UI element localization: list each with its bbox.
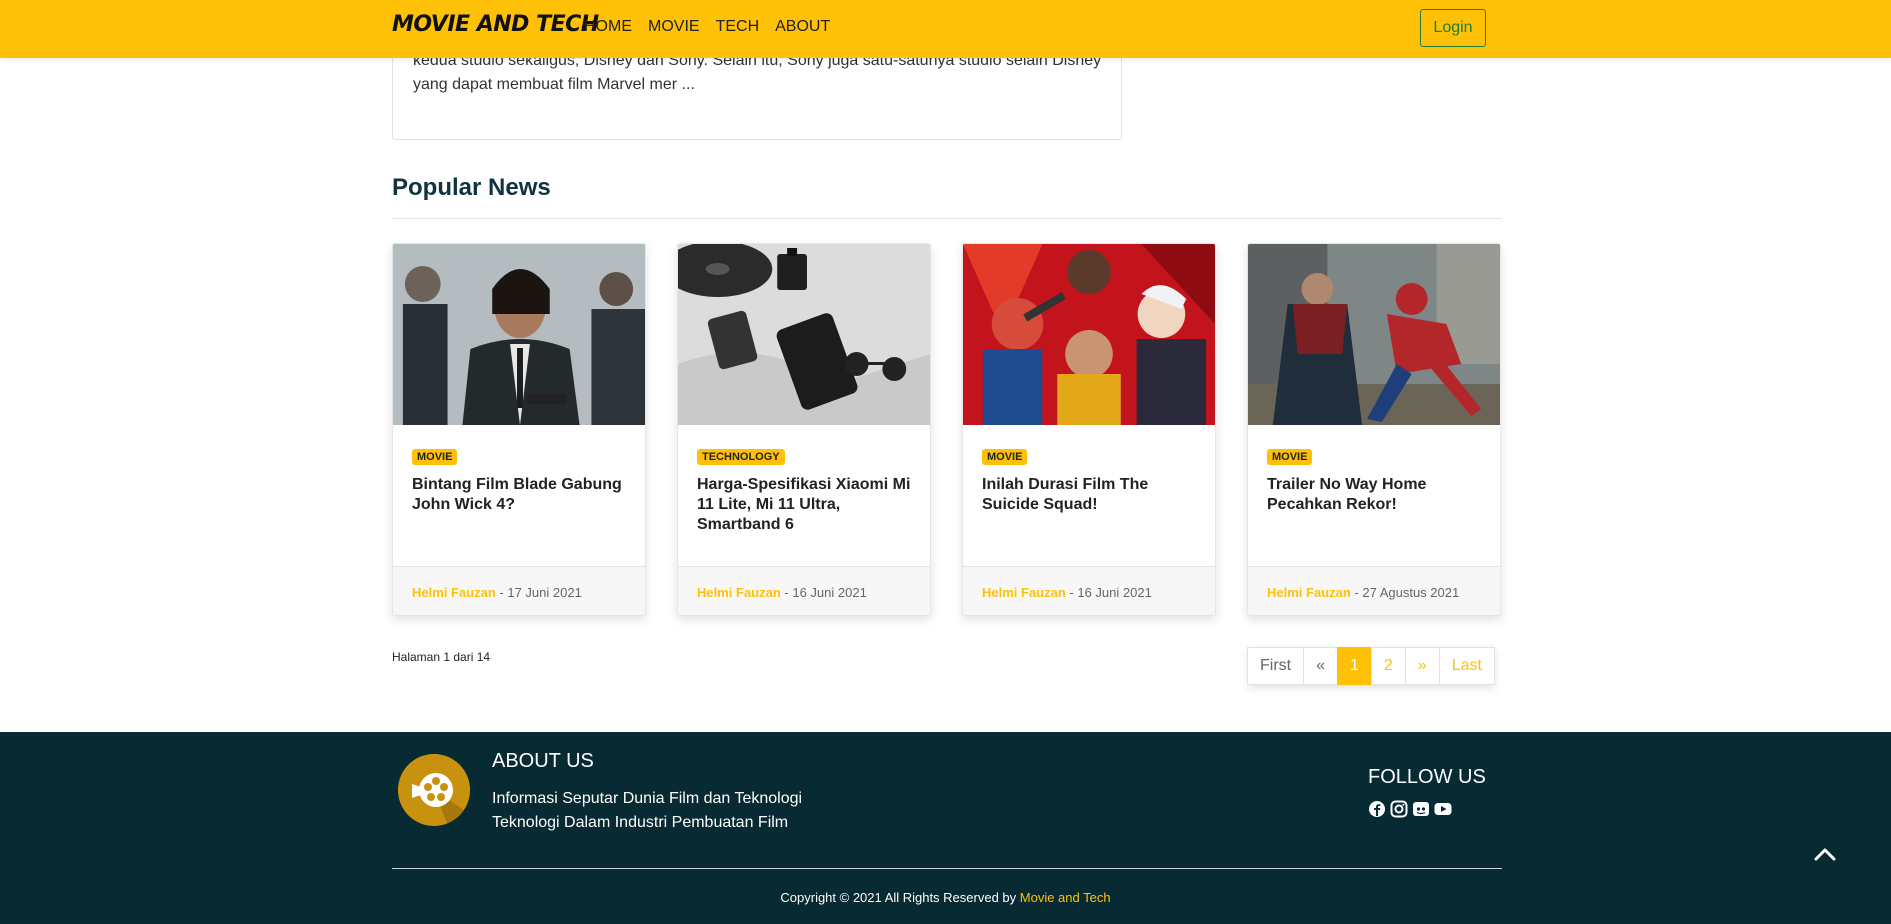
nav-movie-link[interactable]: MOVIE	[648, 18, 700, 36]
news-card[interactable]: TECHNOLOGY Harga-Spesifikasi Xiaomi Mi 1…	[677, 243, 931, 616]
page-info: Halaman 1 dari 14	[392, 650, 491, 664]
section-divider	[392, 218, 1502, 219]
news-card[interactable]: MOVIE Trailer No Way Home Pecahkan Rekor…	[1247, 243, 1501, 616]
card-footer: Helmi Fauzan - 16 Juni 2021	[678, 566, 930, 615]
facebook-icon[interactable]	[1368, 800, 1386, 818]
card-title[interactable]: Bintang Film Blade Gabung John Wick 4?	[412, 475, 628, 515]
card-footer: Helmi Fauzan - 16 Juni 2021	[963, 566, 1215, 615]
post-date: - 27 Agustus 2021	[1350, 585, 1460, 600]
category-badge[interactable]: TECHNOLOGY	[697, 449, 785, 465]
footer-divider	[392, 868, 1502, 869]
nav-tech-link[interactable]: TECH	[716, 18, 760, 36]
card-body: MOVIE Bintang Film Blade Gabung John Wic…	[393, 425, 645, 566]
post-date: - 17 Juni 2021	[495, 585, 582, 600]
section-title: Popular News	[392, 174, 551, 201]
card-body: MOVIE Inilah Durasi Film The Suicide Squ…	[963, 425, 1215, 566]
author-name[interactable]: Helmi Fauzan	[412, 585, 496, 600]
card-footer: Helmi Fauzan - 27 Agustus 2021	[1248, 566, 1500, 615]
discord-icon[interactable]	[1412, 800, 1430, 818]
author-name[interactable]: Helmi Fauzan	[1267, 585, 1351, 600]
card-title[interactable]: Harga-Spesifikasi Xiaomi Mi 11 Lite, Mi …	[697, 475, 913, 535]
category-badge[interactable]: MOVIE	[982, 449, 1028, 465]
youtube-icon[interactable]	[1434, 800, 1452, 818]
category-badge[interactable]: MOVIE	[1267, 449, 1313, 465]
card-footer: Helmi Fauzan - 17 Juni 2021	[393, 566, 645, 615]
about-line-1: Informasi Seputar Dunia Film dan Teknolo…	[492, 790, 803, 807]
social-links	[1368, 800, 1452, 818]
login-button[interactable]: Login	[1420, 9, 1486, 47]
page-next-button[interactable]: »	[1404, 647, 1440, 685]
post-date: - 16 Juni 2021	[1065, 585, 1152, 600]
footer: ABOUT US Informasi Seputar Dunia Film da…	[0, 732, 1891, 924]
category-badge[interactable]: MOVIE	[412, 449, 458, 465]
nav-home-link[interactable]: HOME	[584, 18, 632, 36]
nav-about-link[interactable]: ABOUT	[775, 18, 830, 36]
card-body: TECHNOLOGY Harga-Spesifikasi Xiaomi Mi 1…	[678, 425, 930, 566]
instagram-icon[interactable]	[1390, 800, 1408, 818]
navbar: MOVIE AND TECH HOME MOVIE TECH ABOUT Log…	[0, 0, 1891, 58]
copyright-text: Copyright © 2021 All Rights Reserved by	[780, 890, 1020, 905]
about-line-2: Teknologi Dalam Industri Pembuatan Film	[492, 814, 789, 831]
card-title[interactable]: Trailer No Way Home Pecahkan Rekor!	[1267, 475, 1483, 515]
brand-logo[interactable]: MOVIE AND TECH	[392, 12, 599, 37]
news-card[interactable]: MOVIE Bintang Film Blade Gabung John Wic…	[392, 243, 646, 616]
news-image-spiderman[interactable]	[1248, 244, 1500, 425]
news-image-john-wick[interactable]	[393, 244, 645, 425]
pagination: First « 1 2 » Last	[1247, 647, 1495, 685]
news-image-suicide-squad[interactable]	[963, 244, 1215, 425]
page-first-button[interactable]: First	[1247, 647, 1305, 685]
author-name[interactable]: Helmi Fauzan	[697, 585, 781, 600]
film-reel-logo-icon	[398, 754, 470, 826]
page-2-button[interactable]: 2	[1370, 647, 1406, 685]
page-last-button[interactable]: Last	[1438, 647, 1495, 685]
copyright: Copyright © 2021 All Rights Reserved by …	[0, 890, 1891, 905]
about-title: ABOUT US	[492, 750, 594, 772]
page-1-button[interactable]: 1	[1337, 647, 1372, 685]
post-date: - 16 Juni 2021	[780, 585, 867, 600]
nav-links: HOME MOVIE TECH ABOUT	[584, 18, 830, 36]
follow-title: FOLLOW US	[1368, 766, 1486, 788]
copyright-brand-link[interactable]: Movie and Tech	[1020, 890, 1111, 905]
news-card[interactable]: MOVIE Inilah Durasi Film The Suicide Squ…	[962, 243, 1216, 616]
news-image-xiaomi[interactable]	[678, 244, 930, 425]
page-prev-button[interactable]: «	[1303, 647, 1339, 685]
card-body: MOVIE Trailer No Way Home Pecahkan Rekor…	[1248, 425, 1500, 566]
scroll-to-top-icon[interactable]	[1810, 840, 1840, 870]
card-title[interactable]: Inilah Durasi Film The Suicide Squad!	[982, 475, 1198, 515]
author-name[interactable]: Helmi Fauzan	[982, 585, 1066, 600]
